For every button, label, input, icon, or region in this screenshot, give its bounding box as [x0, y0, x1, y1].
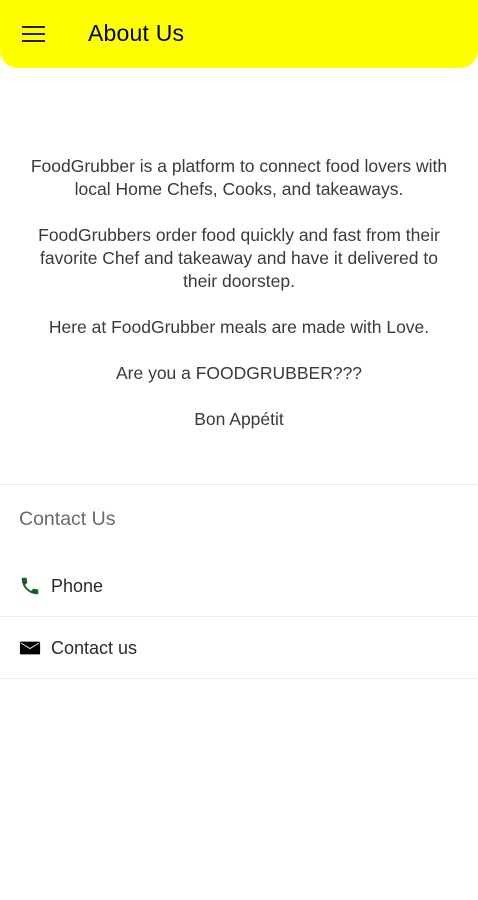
about-paragraph-3: Here at FoodGrubber meals are made with … — [48, 317, 430, 337]
app-bar: About Us — [0, 0, 478, 68]
about-text: FoodGrubber is a platform to connect foo… — [0, 155, 478, 454]
hamburger-menu-icon[interactable] — [22, 25, 46, 43]
about-paragraph-5: Bon Appétit — [194, 409, 284, 429]
section-divider — [0, 484, 478, 485]
about-paragraph-4: Are you a FOODGRUBBER??? — [115, 363, 363, 383]
contact-row-phone-label: Phone — [51, 575, 104, 596]
contact-row-email[interactable]: Contact us — [0, 618, 478, 678]
contact-row-email-label: Contact us — [51, 637, 138, 658]
contact-row-phone[interactable]: Phone — [0, 556, 478, 616]
contact-section-header: Contact Us — [19, 508, 116, 530]
row-divider — [0, 616, 478, 617]
about-paragraph-2: FoodGrubbers order food quickly and fast… — [38, 225, 440, 291]
email-icon — [19, 641, 41, 655]
page-title: About Us — [88, 20, 185, 46]
phone-icon — [21, 577, 39, 595]
about-paragraph-1: FoodGrubber is a platform to connect foo… — [30, 156, 448, 199]
row-divider — [0, 678, 478, 679]
